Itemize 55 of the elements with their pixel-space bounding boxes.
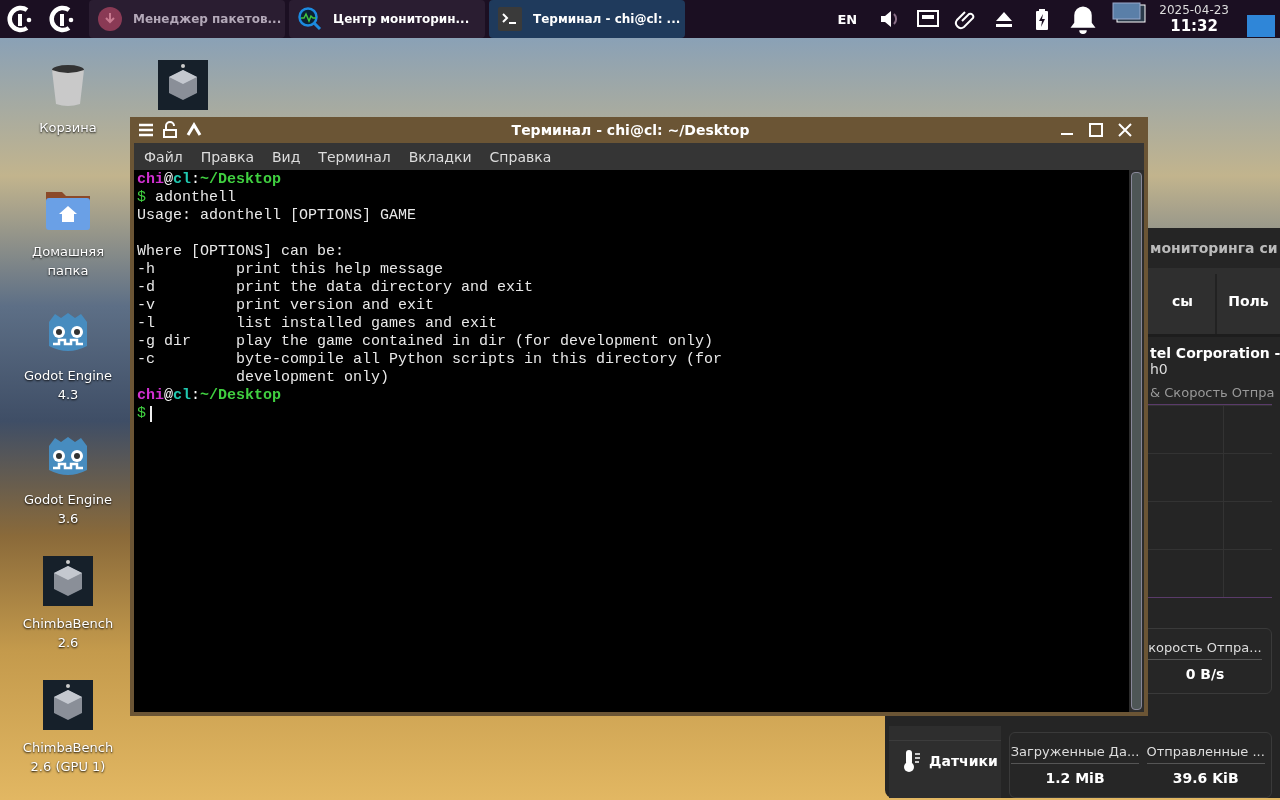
stat-label: Отправленные ...: [1146, 744, 1265, 764]
menu-item[interactable]: Вкладки: [408, 148, 472, 165]
taskbar-task[interactable]: Центр мониторин...: [289, 0, 485, 38]
download-icon: [98, 7, 122, 31]
maximize-icon[interactable]: [1087, 121, 1105, 139]
tab[interactable]: Поль: [1214, 274, 1280, 334]
window-title: мониторинга си: [1149, 239, 1279, 258]
desktop-switcher-icon[interactable]: [1112, 2, 1147, 26]
prompt-symbol: $: [137, 405, 146, 423]
output-line: -c byte-compile all Python scripts in this directory (for: [137, 351, 723, 369]
menu-item[interactable]: Правка: [200, 148, 254, 165]
clock-date: 2025-04-23: [1159, 3, 1229, 17]
taskbar-task[interactable]: Менеджер пакетов...: [89, 0, 285, 38]
menu-item[interactable]: Вид: [271, 148, 301, 165]
desktop-icon-label[interactable]: Godot Engine 4.3: [24, 366, 112, 404]
stat-value: 0 B/s: [1185, 666, 1225, 682]
menu-item[interactable]: Терминал: [318, 148, 391, 165]
taskbar-task[interactable]: Терминал - chi@cl: ...: [489, 0, 685, 38]
interface-name: h0: [1150, 361, 1169, 377]
padlock-icon[interactable]: [161, 121, 179, 139]
cube-icon[interactable]: [158, 60, 208, 110]
stat-value: 1.2 MiB: [1045, 770, 1105, 786]
prompt-line: chi@cl:~/Desktop: [137, 387, 283, 405]
window-title: Терминал - chi@cl: ~/Desktop: [510, 122, 751, 138]
output-line: Usage: adonthell [OPTIONS] GAME: [137, 207, 417, 225]
desktop-icon-label[interactable]: Домашняя папка: [32, 242, 104, 280]
terminal-icon: [498, 7, 522, 31]
sidebar-item[interactable]: Датчики: [889, 740, 1001, 781]
cube-icon: [43, 556, 93, 606]
menu-icon[interactable]: [137, 121, 155, 139]
chart-magnifier-icon: [298, 7, 322, 31]
stat-label: Загруженные Да...: [1010, 744, 1140, 764]
output-line: -g dir play the game contained in dir (for development only): [137, 333, 714, 351]
tab[interactable]: сы: [1150, 274, 1215, 334]
prompt-symbol: $: [137, 189, 146, 207]
command-text: adonthell: [154, 189, 237, 207]
stat-value: 39.6 KiB: [1172, 770, 1239, 786]
output-line: -l list installed games and exit: [137, 315, 498, 333]
output-line: -h print this help message: [137, 261, 444, 279]
thermometer-icon: [903, 749, 921, 773]
output-line: Where [OPTIONS] can be:: [137, 243, 345, 261]
menu-item[interactable]: Файл: [144, 148, 183, 165]
cube-icon: [43, 680, 93, 730]
output-line: -v print version and exit: [137, 297, 435, 315]
scrollbar-thumb[interactable]: [1131, 172, 1142, 710]
prompt-line: chi@cl:~/Desktop: [137, 171, 283, 189]
graph-legend: & Скорость Отпра: [1150, 385, 1280, 400]
close-icon[interactable]: [1116, 121, 1134, 139]
output-line: -d print the data directory and exit: [137, 279, 534, 297]
menu-item[interactable]: Справка: [489, 148, 552, 165]
desktop-icon-label[interactable]: Godot Engine 3.6: [24, 490, 112, 528]
output-line: development only): [235, 369, 390, 387]
device-name: tel Corporation -: [1150, 345, 1280, 361]
keyboard-layout[interactable]: EN: [837, 11, 858, 27]
clock-time: 11:32: [1170, 17, 1218, 35]
